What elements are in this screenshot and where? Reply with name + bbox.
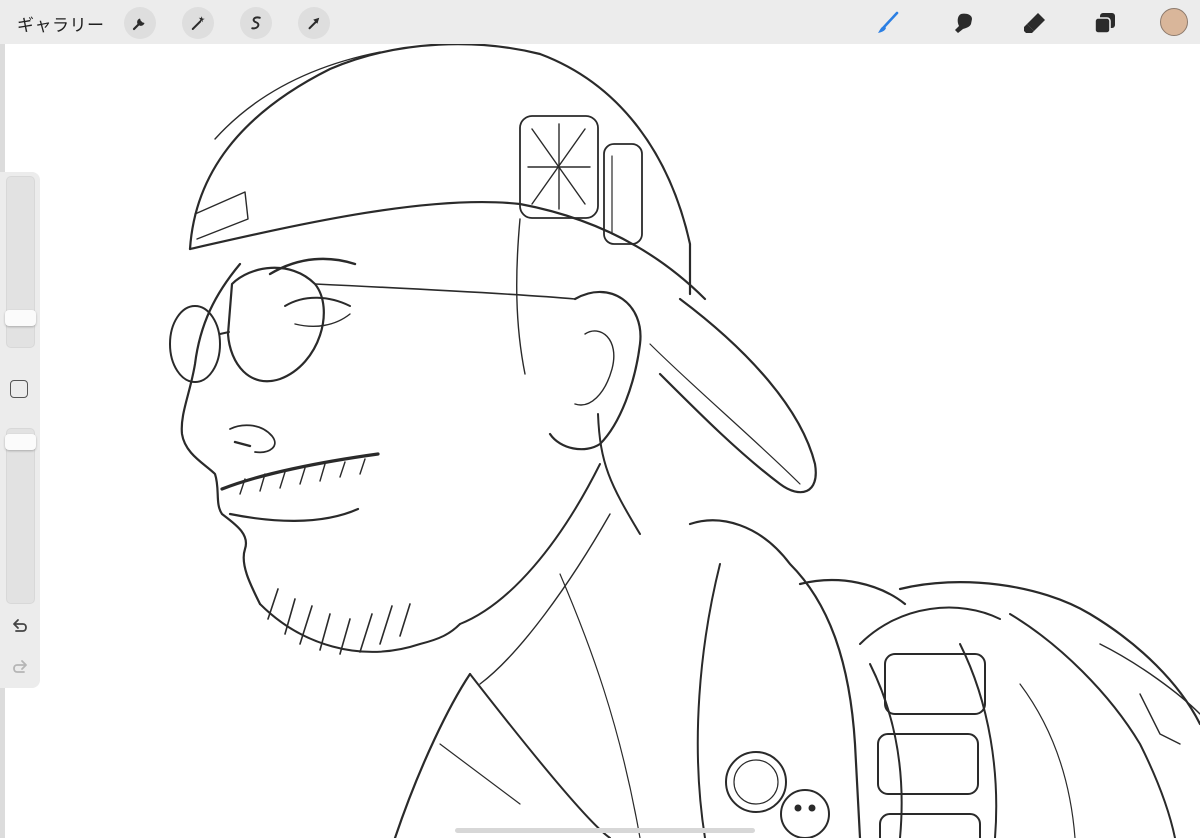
- magic-wand-icon: [191, 16, 205, 30]
- opacity-thumb[interactable]: [5, 434, 36, 451]
- arrow-cursor-icon: [308, 17, 320, 30]
- adjustments-button[interactable]: [182, 7, 214, 39]
- smudge-tool[interactable]: [947, 6, 981, 40]
- layers-tool[interactable]: [1088, 6, 1122, 40]
- undo-arrow-icon[interactable]: [10, 617, 30, 635]
- brush-size-thumb[interactable]: [5, 310, 36, 327]
- gallery-button[interactable]: ギャラリー: [17, 11, 105, 36]
- smudge-finger-icon: [955, 13, 972, 33]
- selection-s-icon: [251, 16, 261, 30]
- drawing-canvas[interactable]: [0, 44, 1200, 838]
- layers-icon: [1094, 13, 1115, 34]
- left-sidebar: [0, 172, 40, 688]
- selection-button[interactable]: [240, 7, 272, 39]
- brush-icon: [878, 11, 899, 33]
- opacity-slider[interactable]: [6, 428, 35, 604]
- brush-tool[interactable]: [871, 6, 905, 40]
- redo-arrow-icon[interactable]: [10, 658, 30, 676]
- sketch-artwork: [169, 44, 1200, 838]
- eraser-tool[interactable]: [1018, 6, 1052, 40]
- color-picker-button[interactable]: [1160, 8, 1188, 36]
- top-toolbar: ギャラリー: [0, 0, 1200, 44]
- transform-button[interactable]: [298, 7, 330, 39]
- modify-button[interactable]: [10, 380, 28, 398]
- actions-button[interactable]: [124, 7, 156, 39]
- home-indicator: [455, 828, 755, 833]
- wrench-icon: [132, 18, 145, 31]
- eraser-icon: [1024, 13, 1045, 33]
